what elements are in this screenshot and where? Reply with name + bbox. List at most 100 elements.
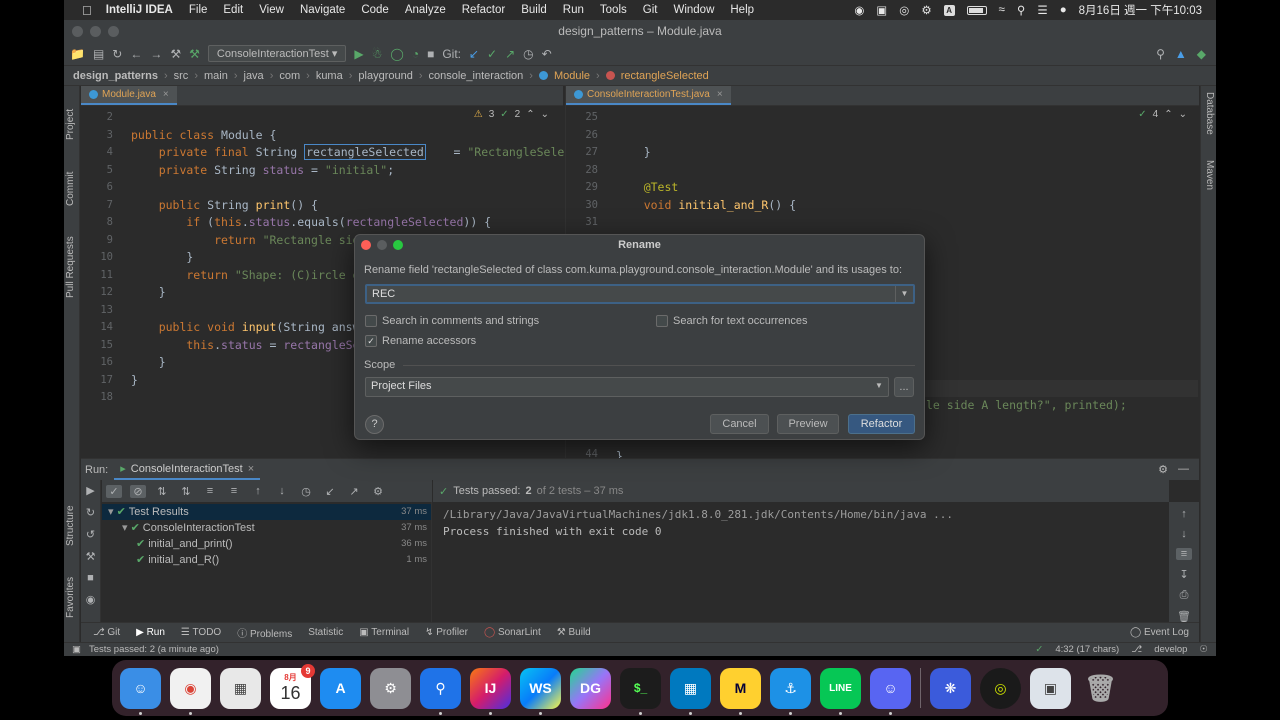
import-icon[interactable]: ↙ [322, 485, 338, 498]
save-icon[interactable]: ▤ [93, 47, 104, 61]
breadcrumb-java[interactable]: java [244, 70, 264, 82]
input-source-icon[interactable]: A [943, 4, 955, 16]
app-store-icon[interactable]: A [320, 667, 361, 709]
zoom-window-icon[interactable] [108, 26, 119, 37]
datagrip-icon[interactable]: DG [570, 667, 611, 709]
search-comments-checkbox[interactable]: Search in comments and strings [365, 315, 539, 327]
swirl-icon[interactable]: ◎ [899, 3, 909, 17]
scope-more-button[interactable]: ... [894, 377, 914, 397]
console-output[interactable]: /Library/Java/JavaVirtualMachines/jdk1.8… [433, 502, 1169, 622]
breadcrumb-com[interactable]: com [279, 70, 300, 82]
pull-requests-tool-tab[interactable]: Pull Requests [65, 236, 76, 298]
menu-edit[interactable]: Edit [223, 4, 243, 16]
miro-icon[interactable]: M [720, 667, 761, 715]
sync-icon[interactable]: ↻ [112, 47, 122, 61]
lock-icon[interactable]: ☉ [1199, 644, 1208, 655]
tool-tab-profiler[interactable]: ↯ Profiler [425, 627, 468, 638]
rerun-failed-icon[interactable]: ↻ [83, 506, 99, 519]
search-text-checkbox[interactable]: Search for text occurrences [656, 315, 808, 327]
forward-icon[interactable]: → [150, 47, 162, 61]
breadcrumb-src[interactable]: src [174, 70, 189, 82]
test-tree-row[interactable]: ✔ initial_and_print() 36 ms [102, 536, 431, 552]
test-results-tree[interactable]: ▾ ✔ Test Results 37 ms ▾ ✔ ConsoleInteractio… [102, 502, 432, 622]
next-test-icon[interactable]: ↓ [274, 485, 290, 497]
test-settings-icon[interactable]: ⚙ [370, 485, 386, 498]
intellij-icon[interactable]: IJ [470, 667, 511, 715]
spotlight-icon[interactable]: ⚲ [1017, 3, 1025, 17]
git-update-icon[interactable]: ↙ [469, 47, 479, 61]
help-button[interactable]: ? [365, 415, 384, 434]
menu-navigate[interactable]: Navigate [300, 4, 345, 16]
chevron-down-icon[interactable]: ▾ [108, 506, 117, 518]
tool-tab-terminal[interactable]: ▣ Terminal [359, 627, 409, 638]
git-history-icon[interactable]: ◷ [523, 47, 533, 61]
up-icon[interactable]: ↑ [1176, 508, 1192, 520]
show-ignored-icon[interactable]: ⊘ [130, 484, 146, 498]
back-icon[interactable]: ← [130, 47, 142, 61]
app-menu[interactable]: IntelliJ IDEA [106, 4, 173, 16]
run-icon[interactable]: ▶ [354, 47, 363, 61]
stop-icon[interactable]: ■ [83, 572, 99, 584]
menu-run[interactable]: Run [563, 4, 584, 16]
tool-tab-problems[interactable]: ⓘ Problems [237, 625, 292, 640]
tool-tab-build[interactable]: ⚒ Build [557, 627, 591, 638]
rerun-icon[interactable]: ▶ [83, 484, 99, 497]
scope-select[interactable]: Project Files ▼ [365, 377, 889, 397]
git-branch[interactable]: develop [1154, 644, 1187, 655]
wifi-icon[interactable]: ≈ [999, 4, 1005, 16]
refactor-button[interactable]: Refactor [848, 414, 915, 434]
menu-view[interactable]: View [259, 4, 284, 16]
event-log-tab[interactable]: ◯ Event Log [1130, 627, 1199, 638]
location-app-icon[interactable]: ⚲ [420, 667, 461, 715]
caret-position[interactable]: 4:32 (17 chars) [1055, 644, 1119, 655]
docker-icon[interactable]: ⚓ [770, 667, 811, 715]
breadcrumb-main[interactable]: main [204, 70, 228, 82]
line-icon[interactable]: LINE [820, 667, 861, 715]
menu-refactor[interactable]: Refactor [462, 4, 505, 16]
checkbox-box[interactable] [656, 315, 668, 327]
menu-build[interactable]: Build [521, 4, 547, 16]
export-icon[interactable]: ↗ [346, 485, 362, 498]
trello-icon[interactable]: ▦ [670, 667, 711, 715]
soft-wrap-icon[interactable]: ≡ [1176, 548, 1192, 560]
run-config-select[interactable]: ConsoleInteractionTest ▾ [207, 45, 347, 62]
chrome-icon[interactable]: ◉ [170, 667, 211, 715]
stop-icon[interactable]: ■ [427, 47, 434, 61]
breadcrumb-kuma[interactable]: kuma [316, 70, 343, 82]
control-center-icon[interactable]: ☰ [1037, 3, 1047, 17]
structure-tool-tab[interactable]: Structure [65, 505, 76, 546]
jetbrains-icon[interactable]: ◆ [1197, 47, 1206, 61]
preview-button[interactable]: Preview [777, 414, 839, 434]
globe-app-icon[interactable]: ◎ [980, 667, 1021, 709]
breadcrumb-project[interactable]: design_patterns [73, 70, 158, 82]
wrench-icon[interactable]: ⚒ [83, 550, 99, 563]
checkbox-box[interactable] [365, 315, 377, 327]
cancel-button[interactable]: Cancel [710, 414, 769, 434]
show-passed-icon[interactable]: ✓ [106, 484, 122, 498]
record-icon[interactable]: ◉ [854, 3, 864, 17]
close-dialog-icon[interactable] [361, 240, 371, 250]
git-push-icon[interactable]: ↗ [505, 47, 515, 61]
prev-test-icon[interactable]: ↑ [250, 485, 266, 497]
menu-analyze[interactable]: Analyze [405, 4, 446, 16]
close-tab-icon[interactable]: × [163, 89, 169, 100]
coverage-icon[interactable]: ◯ [390, 47, 403, 61]
toggle-auto-test-icon[interactable]: ↺ [83, 528, 99, 541]
search-icon[interactable]: ⚲ [1156, 47, 1165, 61]
trash-icon[interactable]: 🗑 [1080, 668, 1121, 709]
down-icon[interactable]: ↓ [1176, 528, 1192, 540]
screen-icon[interactable]: ▣ [876, 3, 887, 17]
tool-tab-statistic[interactable]: Statistic [308, 627, 343, 638]
debug-icon[interactable]: ☃ [372, 47, 383, 61]
rename-accessors-checkbox[interactable]: ✓ Rename accessors [365, 335, 476, 347]
tool-tab-sonarlint[interactable]: ◯ SonarLint [484, 627, 541, 638]
tool-tab-git[interactable]: ⎇ Git [93, 627, 120, 638]
breadcrumb-console-interaction[interactable]: console_interaction [429, 70, 524, 82]
build-icon[interactable]: ⚒ [170, 47, 181, 61]
siri-icon[interactable]: ● [1060, 4, 1067, 16]
clock[interactable]: 8月16日 週一 下午10:03 [1079, 2, 1202, 18]
git-rollback-icon[interactable]: ↶ [542, 47, 552, 61]
terminal-icon[interactable]: $_ [620, 667, 661, 715]
tool-tab-todo[interactable]: ☰ TODO [181, 627, 221, 638]
hide-panel-icon[interactable]: — [1178, 463, 1189, 476]
